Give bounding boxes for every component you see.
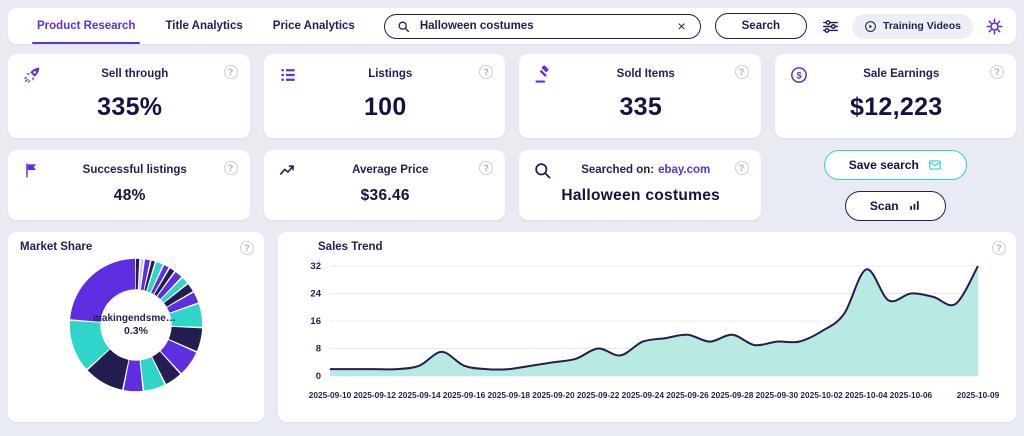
stat-card-searched-on: Searched on: ebay.com ? Halloween costume… — [519, 150, 761, 220]
help-icon[interactable]: ? — [734, 161, 749, 175]
sales-trend-panel: Sales Trend ? 0 8 16 24 32 2025-09-10 2025-09-… — [278, 232, 1016, 422]
save-search-button[interactable]: Save search — [823, 149, 967, 180]
svg-text:24: 24 — [310, 289, 321, 300]
searched-keyword: Halloween costumes — [561, 187, 721, 204]
market-share-donut: makingendsmeet... 0.3% — [66, 255, 206, 395]
svg-text:2025-09-18: 2025-09-18 — [488, 390, 531, 400]
flag-icon — [22, 161, 46, 180]
navbar-right: Training Videos — [821, 13, 1004, 39]
sales-trend-chart[interactable]: 081624322025-09-10 2025-09-12 2025-09-14 20… — [290, 256, 1004, 406]
trend-icon — [278, 161, 302, 180]
stat-card-sold-items: Sold Items ? 335 — [519, 54, 761, 138]
stat-value: 100 — [363, 93, 407, 121]
stat-title: Successful listings — [82, 164, 187, 176]
svg-text:2025-09-16: 2025-09-16 — [443, 390, 486, 400]
svg-text:2025-09-30: 2025-09-30 — [756, 390, 799, 400]
help-icon[interactable]: ? — [479, 161, 493, 175]
stat-card-listings: Listings ? 100 — [263, 54, 505, 138]
stats-grid: Sell through ? 335% Listings ? 100 Sold … — [8, 54, 1017, 221]
svg-text:2025-09-26: 2025-09-26 — [666, 390, 709, 400]
help-icon[interactable]: ? — [223, 65, 238, 79]
gavel-icon — [533, 65, 557, 85]
tab-label: Product Research — [37, 20, 136, 32]
dollar-icon: $ — [789, 65, 813, 85]
training-videos-button[interactable]: Training Videos — [852, 13, 973, 39]
search-input[interactable] — [417, 19, 668, 33]
tab-label: Price Analytics — [272, 20, 355, 32]
play-icon — [864, 20, 877, 33]
list-icon — [278, 65, 302, 85]
filters-icon[interactable] — [821, 17, 840, 36]
stat-title: Average Price — [352, 164, 429, 176]
stat-card-sale-earnings: $ Sale Earnings ? $12,223 — [774, 54, 1016, 138]
searched-on-label: Searched on: — [581, 164, 655, 176]
svg-text:2025-10-04: 2025-10-04 — [845, 390, 888, 400]
stat-card-successful-listings: Successful listings ? 48% — [8, 150, 250, 220]
clear-search-icon[interactable]: × — [675, 19, 687, 33]
nav-tabs: Product Research Title Analytics Price A… — [22, 8, 370, 44]
svg-text:16: 16 — [310, 316, 321, 327]
help-icon[interactable]: ? — [240, 241, 254, 255]
help-icon[interactable]: ? — [990, 65, 1004, 79]
svg-text:2025-10-02: 2025-10-02 — [800, 390, 843, 400]
svg-text:2025-10-09: 2025-10-09 — [957, 390, 1000, 400]
stat-card-average-price: Average Price ? $36.46 — [263, 150, 505, 220]
stat-title: Sold Items — [616, 68, 675, 80]
tab-product-research[interactable]: Product Research — [22, 8, 150, 44]
sales-trend-title: Sales Trend — [318, 241, 383, 253]
help-icon[interactable]: ? — [479, 65, 493, 79]
stat-title: Sell through — [101, 68, 169, 80]
svg-text:8: 8 — [316, 344, 321, 355]
stat-title: Searched on: ebay.com — [557, 161, 735, 176]
svg-text:2025-09-28: 2025-09-28 — [711, 390, 754, 400]
tab-price-analytics[interactable]: Price Analytics — [258, 8, 370, 44]
ebay-link[interactable]: ebay.com — [658, 164, 710, 176]
actions-panel: Save search Scan — [775, 149, 1017, 221]
svg-text:2025-09-14: 2025-09-14 — [398, 390, 441, 400]
stat-title: Sale Earnings — [863, 68, 940, 80]
magnifier-icon — [533, 161, 557, 180]
save-search-icon — [928, 158, 942, 172]
stat-title: Listings — [368, 68, 413, 80]
svg-text:2025-09-10: 2025-09-10 — [309, 390, 352, 400]
scan-bars-icon — [908, 199, 921, 212]
help-icon[interactable]: ? — [223, 161, 238, 175]
stat-card-sell-through: Sell through ? 335% — [8, 54, 250, 138]
help-icon[interactable]: ? — [992, 241, 1006, 255]
svg-text:2025-10-06: 2025-10-06 — [890, 390, 933, 400]
bottom-section: Market Share ? makingendsmeet... 0.3% Sa… — [8, 232, 1016, 422]
market-share-title: Market Share — [20, 241, 93, 253]
svg-text:32: 32 — [310, 261, 321, 272]
settings-gear-icon[interactable] — [985, 17, 1004, 36]
stat-value: 48% — [113, 187, 146, 204]
scan-button[interactable]: Scan — [844, 190, 946, 221]
svg-text:2025-09-12: 2025-09-12 — [353, 390, 396, 400]
search-box[interactable]: × — [383, 13, 701, 39]
tab-label: Title Analytics — [165, 20, 243, 32]
training-videos-label: Training Videos — [883, 20, 961, 32]
search-icon — [397, 20, 410, 33]
top-navbar: Product Research Title Analytics Price A… — [8, 8, 1016, 44]
scan-label: Scan — [869, 198, 899, 213]
tab-title-analytics[interactable]: Title Analytics — [150, 8, 257, 44]
rocket-icon — [22, 65, 46, 85]
svg-text:$: $ — [796, 70, 801, 80]
stat-value: 335% — [97, 93, 163, 121]
svg-text:2025-09-22: 2025-09-22 — [577, 390, 620, 400]
stat-value: $12,223 — [850, 93, 943, 121]
stat-value: 335 — [619, 93, 663, 121]
market-share-panel: Market Share ? makingendsmeet... 0.3% — [8, 232, 264, 422]
search-button[interactable]: Search — [714, 13, 807, 39]
svg-text:2025-09-24: 2025-09-24 — [622, 390, 665, 400]
svg-text:2025-09-20: 2025-09-20 — [532, 390, 575, 400]
market-share-chart[interactable] — [66, 255, 206, 395]
save-search-label: Save search — [848, 157, 919, 172]
stat-value: $36.46 — [360, 187, 410, 204]
help-icon[interactable]: ? — [734, 65, 749, 79]
svg-text:0: 0 — [316, 371, 321, 382]
